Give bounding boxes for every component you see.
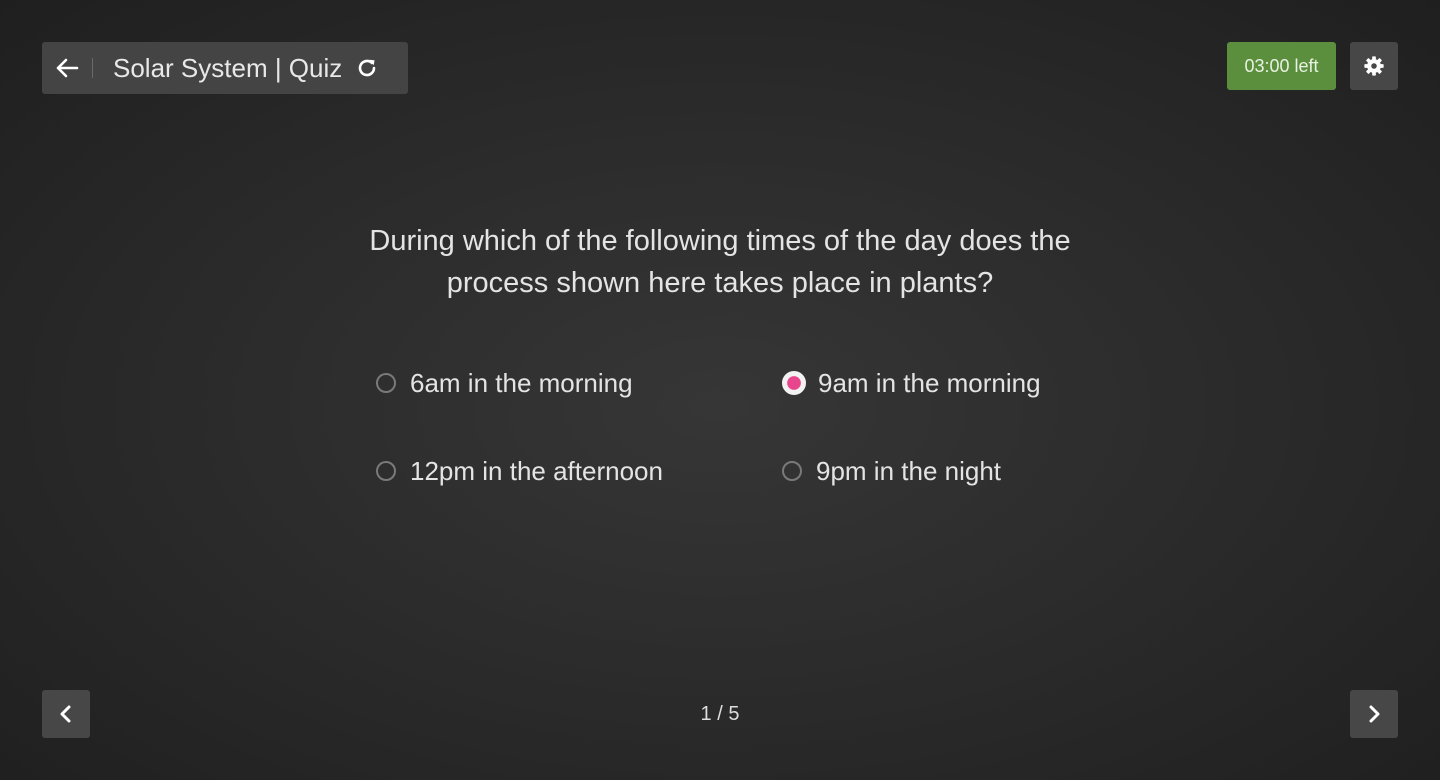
chevron-left-icon bbox=[60, 705, 71, 723]
title-divider bbox=[92, 58, 93, 78]
radio-6am[interactable] bbox=[376, 373, 396, 393]
timer-badge: 03:00 left bbox=[1227, 42, 1336, 90]
quiz-title: Solar System | Quiz bbox=[113, 52, 343, 83]
page-counter: 1 / 5 bbox=[700, 703, 740, 725]
option-label: 9am in the morning bbox=[818, 367, 1041, 398]
radio-12pm[interactable] bbox=[376, 461, 396, 481]
radio-9am-selected[interactable] bbox=[782, 371, 806, 395]
option-9am[interactable]: 9am in the morning bbox=[782, 366, 1041, 400]
radio-9pm[interactable] bbox=[782, 461, 802, 481]
chevron-right-icon bbox=[1369, 705, 1380, 723]
option-label: 6am in the morning bbox=[410, 367, 633, 398]
option-9pm[interactable]: 9pm in the night bbox=[782, 454, 1001, 488]
refresh-button[interactable] bbox=[354, 55, 380, 81]
settings-button[interactable] bbox=[1350, 42, 1398, 90]
previous-question-button[interactable] bbox=[42, 690, 90, 738]
option-6am[interactable]: 6am in the morning bbox=[376, 366, 633, 400]
quiz-title-bar: Solar System | Quiz bbox=[42, 42, 408, 94]
option-12pm[interactable]: 12pm in the afternoon bbox=[376, 454, 663, 488]
question-text: During which of the following times of t… bbox=[270, 220, 1170, 304]
option-label: 12pm in the afternoon bbox=[410, 455, 663, 486]
question-line-2: process shown here takes place in plants… bbox=[446, 267, 994, 299]
next-question-button[interactable] bbox=[1350, 690, 1398, 738]
refresh-icon bbox=[358, 59, 376, 77]
back-button[interactable] bbox=[42, 42, 92, 94]
question-line-1: During which of the following times of t… bbox=[369, 225, 1071, 257]
arrow-left-icon bbox=[56, 58, 79, 78]
gear-icon bbox=[1364, 56, 1384, 76]
option-label: 9pm in the night bbox=[816, 455, 1002, 486]
